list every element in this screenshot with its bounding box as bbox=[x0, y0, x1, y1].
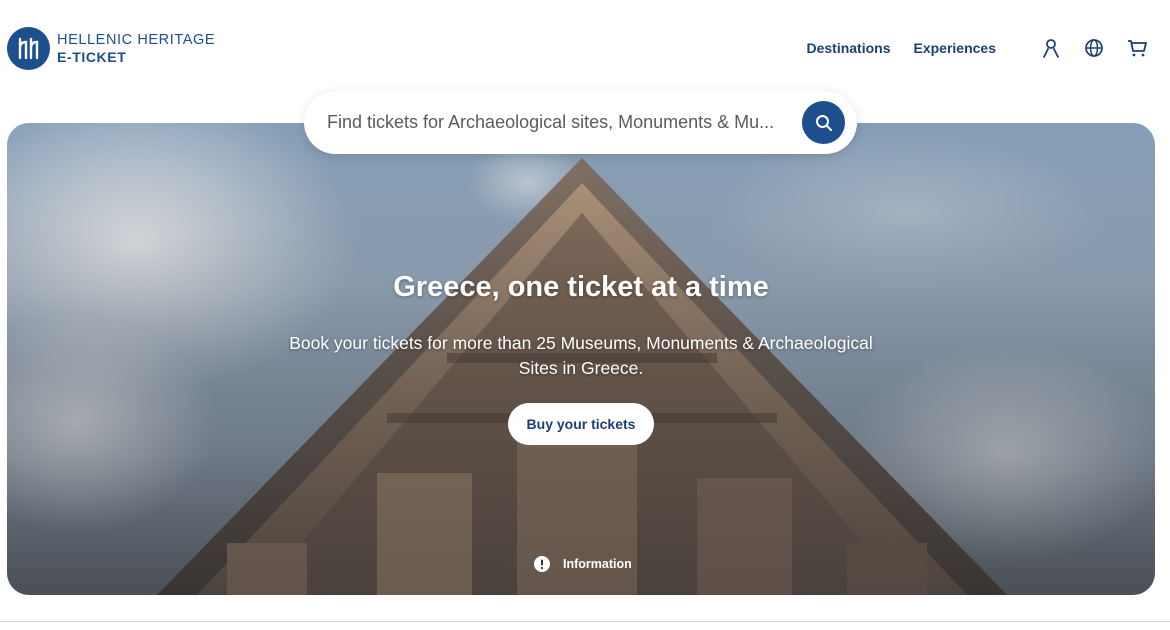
information-link[interactable]: Information bbox=[534, 556, 632, 572]
search-icon bbox=[815, 114, 832, 131]
buy-tickets-button[interactable]: Buy your tickets bbox=[508, 403, 654, 445]
hero-title: Greece, one ticket at a time bbox=[393, 271, 769, 303]
site-header: HELLENIC HERITAGE E-TICKET Destinations … bbox=[0, 0, 1170, 95]
search-input[interactable] bbox=[327, 112, 777, 133]
main-nav: Destinations Experiences bbox=[806, 37, 1148, 59]
globe-icon[interactable] bbox=[1083, 37, 1105, 59]
information-label: Information bbox=[563, 557, 632, 571]
hero-subtitle: Book your tickets for more than 25 Museu… bbox=[289, 333, 873, 378]
nav-link-destinations[interactable]: Destinations bbox=[806, 40, 890, 56]
brand-name: HELLENIC HERITAGE E-TICKET bbox=[57, 33, 215, 65]
cart-icon[interactable] bbox=[1126, 37, 1148, 59]
logo-mark-icon bbox=[7, 27, 50, 70]
nav-link-experiences[interactable]: Experiences bbox=[914, 40, 997, 56]
search-button[interactable] bbox=[802, 101, 845, 144]
hero-content: Greece, one ticket at a time Book your t… bbox=[7, 123, 1155, 595]
brand-name-line1: HELLENIC HERITAGE bbox=[57, 31, 216, 48]
brand-logo[interactable]: HELLENIC HERITAGE E-TICKET bbox=[7, 27, 215, 70]
page-divider bbox=[0, 621, 1170, 622]
search-bar bbox=[304, 91, 857, 154]
user-icon[interactable] bbox=[1040, 37, 1062, 59]
exclamation-circle-icon bbox=[534, 556, 550, 572]
hero-banner: Greece, one ticket at a time Book your t… bbox=[7, 123, 1155, 595]
brand-name-line2: E-TICKET bbox=[57, 49, 127, 66]
